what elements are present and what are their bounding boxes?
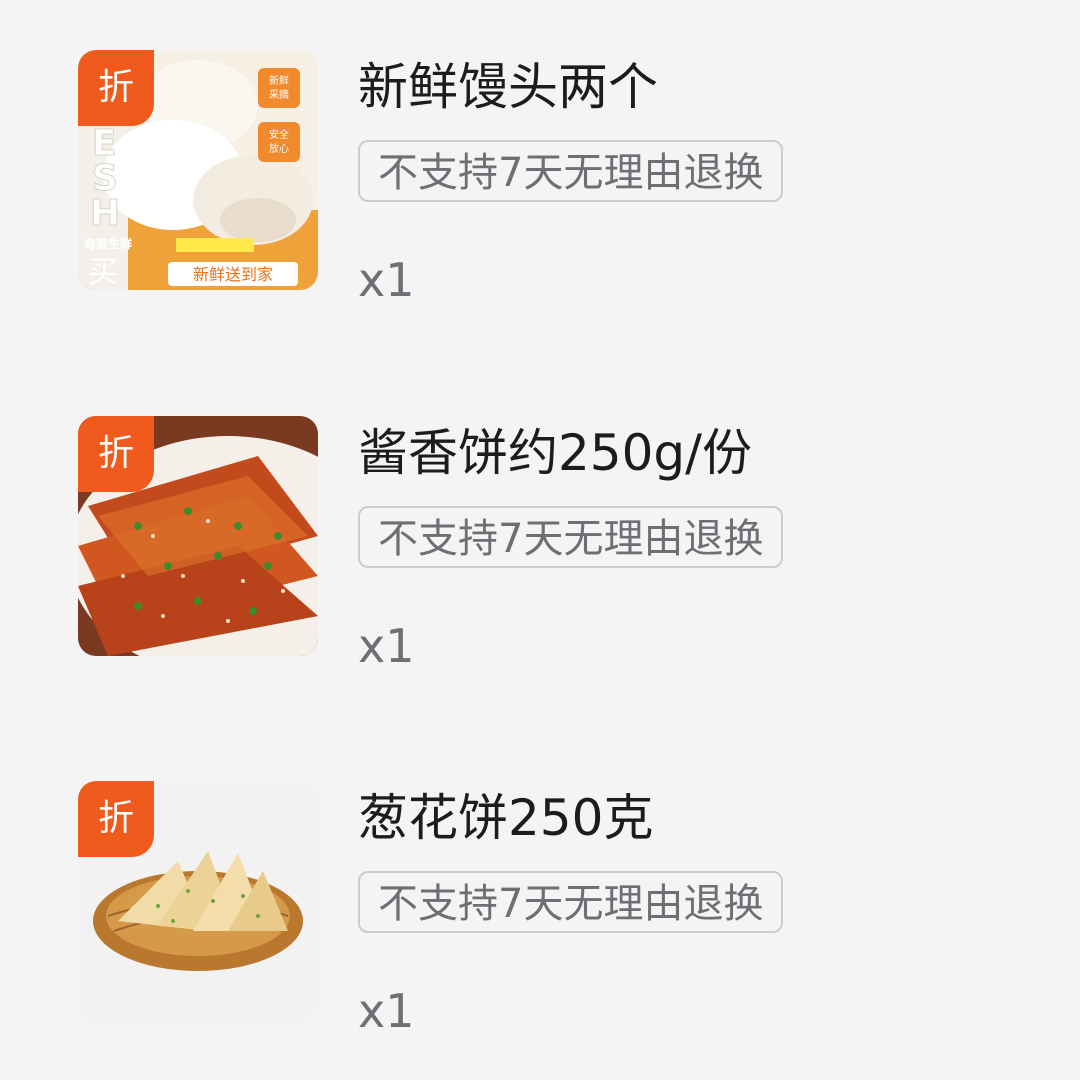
image-text-side-1b: 采摘 <box>269 88 289 101</box>
image-text-buy: 买 <box>88 255 118 290</box>
product-item[interactable]: 折 新鲜 采摘 安全 放心 E S H 有家生鲜 买 新鲜送到家 新鲜馒头两个 … <box>78 50 1018 307</box>
return-policy-badge: 不支持7天无理由退换 <box>358 140 784 202</box>
product-title[interactable]: 新鲜馒头两个 <box>358 52 658 122</box>
return-policy-badge: 不支持7天无理由退换 <box>358 506 784 568</box>
discount-tag: 折 <box>78 416 154 492</box>
discount-tag: 折 <box>78 781 154 857</box>
image-text-side-2b: 放心 <box>269 142 289 155</box>
product-item[interactable]: 折 酱香饼约250g/份 不支持7天无理由退换 x1 <box>78 416 1018 673</box>
return-policy-badge: 不支持7天无理由退换 <box>358 871 784 933</box>
product-image-conghua-bing[interactable]: 折 <box>78 781 318 1021</box>
product-image-mantou[interactable]: 折 新鲜 采摘 安全 放心 E S H 有家生鲜 买 新鲜送到家 <box>78 50 318 290</box>
product-image-jiangxiang-bing[interactable]: 折 <box>78 416 318 656</box>
image-text-brand-h: H <box>90 193 120 234</box>
product-quantity: x1 <box>358 984 415 1038</box>
product-quantity: x1 <box>358 619 415 673</box>
product-title[interactable]: 葱花饼250克 <box>358 783 653 853</box>
image-text-store: 有家生鲜 <box>84 236 132 251</box>
product-quantity: x1 <box>358 253 415 307</box>
product-title[interactable]: 酱香饼约250g/份 <box>358 418 752 488</box>
image-text-banner: 新鲜送到家 <box>193 265 273 284</box>
image-text-side-2a: 安全 <box>269 128 289 141</box>
product-item[interactable]: 折 葱花饼250克 不支持7天无理由退换 x1 <box>78 781 1018 1038</box>
image-text-side-1a: 新鲜 <box>269 74 289 87</box>
discount-tag: 折 <box>78 50 154 126</box>
